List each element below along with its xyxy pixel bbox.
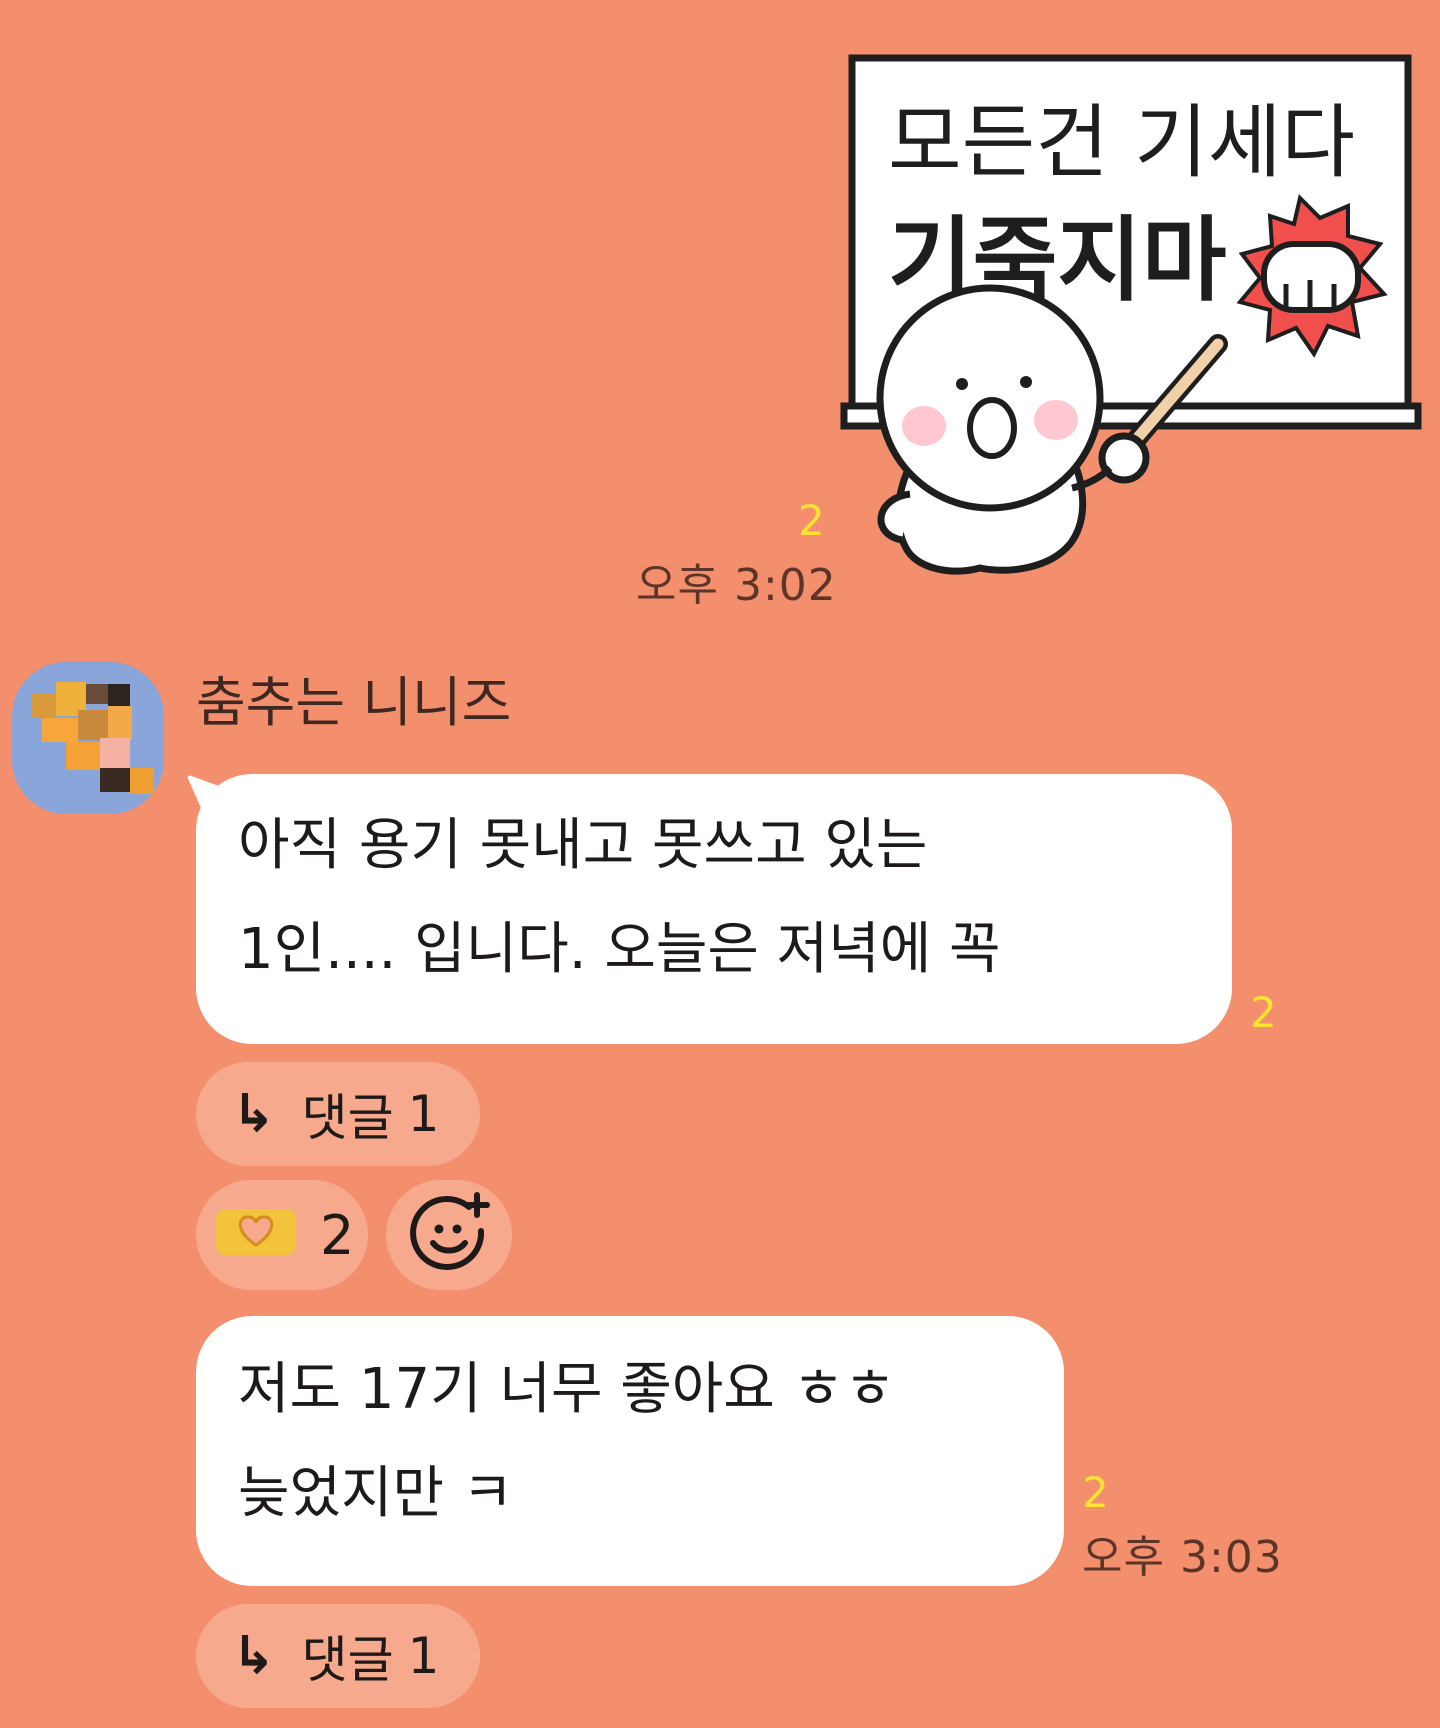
avatar[interactable] [12,662,164,814]
add-reaction-button[interactable] [386,1180,512,1290]
reply-label: 댓글 [301,1089,394,1147]
reply-thread-button[interactable]: ↳ 댓글 1 [196,1604,480,1708]
reply-arrow-icon: ↳ [232,1626,276,1686]
heart-hands-icon [214,1199,298,1272]
message-line: 아직 용기 못내고 못쓰고 있는 [238,813,928,878]
unread-count: 2 [798,496,825,545]
add-emoji-icon [407,1191,491,1279]
sticker-message[interactable]: 모든건 기세다 기죽지마 [840,48,1430,598]
message-line: 1인.... 입니다. 오늘은 저녁에 꼭 [238,917,1001,982]
message-line: 저도 17기 너무 좋아요 ㅎㅎ [238,1357,896,1422]
message-bubble[interactable]: 아직 용기 못내고 못쓰고 있는 1인.... 입니다. 오늘은 저녁에 꼭 [196,774,1232,1044]
reply-count: 1 [407,1085,440,1143]
reply-label: 댓글 [301,1631,394,1689]
reply-thread-button[interactable]: ↳ 댓글 1 [196,1062,480,1166]
message-time: 오후 3:02 [636,560,837,611]
message-line: 늦었지만 ㅋ [238,1461,514,1526]
reply-arrow-icon: ↳ [232,1084,276,1144]
reply-count: 1 [407,1627,440,1685]
message-bubble[interactable]: 저도 17기 너무 좋아요 ㅎㅎ 늦었지만 ㅋ [196,1316,1064,1586]
reaction-count: 2 [320,1203,355,1267]
sticker-board-line1: 모든건 기세다 [888,96,1355,189]
sender-name[interactable]: 춤추는 니니즈 [196,676,511,730]
unread-count: 2 [1082,1468,1109,1517]
reaction-chip[interactable]: 2 [196,1180,368,1290]
unread-count: 2 [1250,988,1277,1037]
message-time: 오후 3:03 [1082,1532,1283,1583]
